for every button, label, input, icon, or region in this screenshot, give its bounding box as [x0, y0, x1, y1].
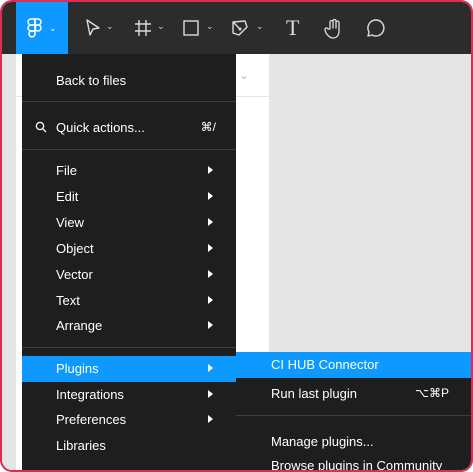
menu-item-file[interactable]: File: [22, 158, 236, 184]
menu-item-label: Edit: [56, 189, 79, 204]
submenu-arrow-icon: [208, 270, 213, 278]
menu-separator: [22, 101, 236, 102]
submenu-arrow-icon: [208, 244, 213, 252]
submenu-arrow-icon: [208, 218, 213, 226]
chevron-down-icon: ⌄: [239, 70, 249, 82]
pen-tool-button[interactable]: ⌄: [228, 2, 272, 54]
figma-logo-icon: [27, 18, 42, 38]
hand-tool-button[interactable]: [320, 2, 348, 54]
menu-item-label: Back to files: [56, 73, 127, 88]
text-t-icon: T: [286, 15, 300, 40]
app-window: ⌄ ⌄ ⌄ ⌄ ⌄ T ⌄ Back to files Quick action…: [0, 0, 473, 472]
chevron-down-icon: ⌄: [256, 21, 264, 31]
menu-item-arrange[interactable]: Arrange: [22, 313, 236, 339]
shortcut-label: ⌥⌘P: [415, 386, 449, 400]
menu-item-label: Preferences: [56, 412, 127, 427]
move-arrow-icon: [86, 19, 100, 36]
menu-item-libraries[interactable]: Libraries: [22, 433, 236, 459]
frame-hash-icon: [135, 20, 151, 36]
menu-item-preferences[interactable]: Preferences: [22, 407, 236, 433]
submenu-arrow-icon: [208, 390, 213, 398]
menu-item-label: Arrange: [56, 318, 103, 333]
submenu-arrow-icon: [208, 415, 213, 423]
menu-item-text[interactable]: Text: [22, 288, 236, 314]
chevron-down-icon: ⌄: [106, 21, 114, 31]
menu-separator: [22, 149, 236, 150]
submenu-item-label: CI HUB Connector: [271, 357, 379, 372]
text-tool-button[interactable]: T: [280, 2, 308, 54]
submenu-item-label: Browse plugins in Community: [271, 458, 443, 472]
shortcut-label: ⌘/: [200, 120, 216, 134]
menu-separator: [22, 347, 236, 348]
menu-item-label: View: [56, 215, 84, 230]
chevron-down-icon: ⌄: [157, 21, 165, 31]
menu-item-view[interactable]: View: [22, 210, 236, 236]
comment-tool-button[interactable]: [362, 2, 390, 54]
submenu-arrow-icon: [208, 166, 213, 174]
menu-item-label: Vector: [56, 267, 93, 282]
menu-item-quick-actions[interactable]: Quick actions... ⌘/: [22, 115, 236, 141]
submenu-item-manage-plugins[interactable]: Manage plugins...: [236, 429, 471, 455]
menu-item-edit[interactable]: Edit: [22, 184, 236, 210]
submenu-arrow-icon: [208, 321, 213, 329]
frame-tool-button[interactable]: ⌄: [126, 2, 170, 54]
comment-bubble-icon: [367, 19, 385, 37]
menu-item-plugins[interactable]: Plugins: [22, 356, 236, 382]
shape-tool-button[interactable]: ⌄: [178, 2, 220, 54]
hand-icon: [324, 18, 340, 39]
submenu-arrow-icon: [208, 364, 213, 372]
plugins-submenu: CI HUB Connector Run last plugin ⌥⌘P Man…: [236, 352, 471, 472]
submenu-item-label: Run last plugin: [271, 386, 357, 401]
menu-item-label: Libraries: [56, 438, 106, 453]
menu-item-label: Integrations: [56, 387, 124, 402]
move-tool-button[interactable]: ⌄: [78, 2, 120, 54]
main-menu-button[interactable]: ⌄: [16, 2, 68, 54]
submenu-item-run-last-plugin[interactable]: Run last plugin ⌥⌘P: [236, 381, 471, 407]
menu-item-integrations[interactable]: Integrations: [22, 382, 236, 408]
submenu-item-browse-plugins[interactable]: Browse plugins in Community: [236, 453, 471, 472]
menu-item-label: File: [56, 163, 77, 178]
pen-icon: [232, 20, 248, 36]
chevron-down-icon: ⌄: [206, 21, 214, 31]
toolbar: ⌄ ⌄ ⌄ ⌄ ⌄ T: [2, 2, 471, 54]
menu-item-label: Text: [56, 293, 80, 308]
search-icon: [35, 121, 47, 133]
menu-item-object[interactable]: Object: [22, 236, 236, 262]
menu-item-vector[interactable]: Vector: [22, 262, 236, 288]
menu-separator: [236, 415, 471, 416]
menu-item-label: Quick actions...: [56, 120, 145, 135]
submenu-arrow-icon: [208, 296, 213, 304]
rectangle-icon: [183, 20, 199, 36]
menu-item-label: Object: [56, 241, 94, 256]
main-menu: Back to files Quick actions... ⌘/ File E…: [22, 54, 236, 470]
submenu-item-ci-hub-connector[interactable]: CI HUB Connector: [236, 352, 471, 378]
submenu-item-label: Manage plugins...: [271, 434, 374, 449]
menu-item-back-to-files[interactable]: Back to files: [22, 68, 236, 94]
chevron-down-icon: ⌄: [49, 23, 57, 33]
submenu-arrow-icon: [208, 192, 213, 200]
menu-item-label: Plugins: [56, 361, 99, 376]
